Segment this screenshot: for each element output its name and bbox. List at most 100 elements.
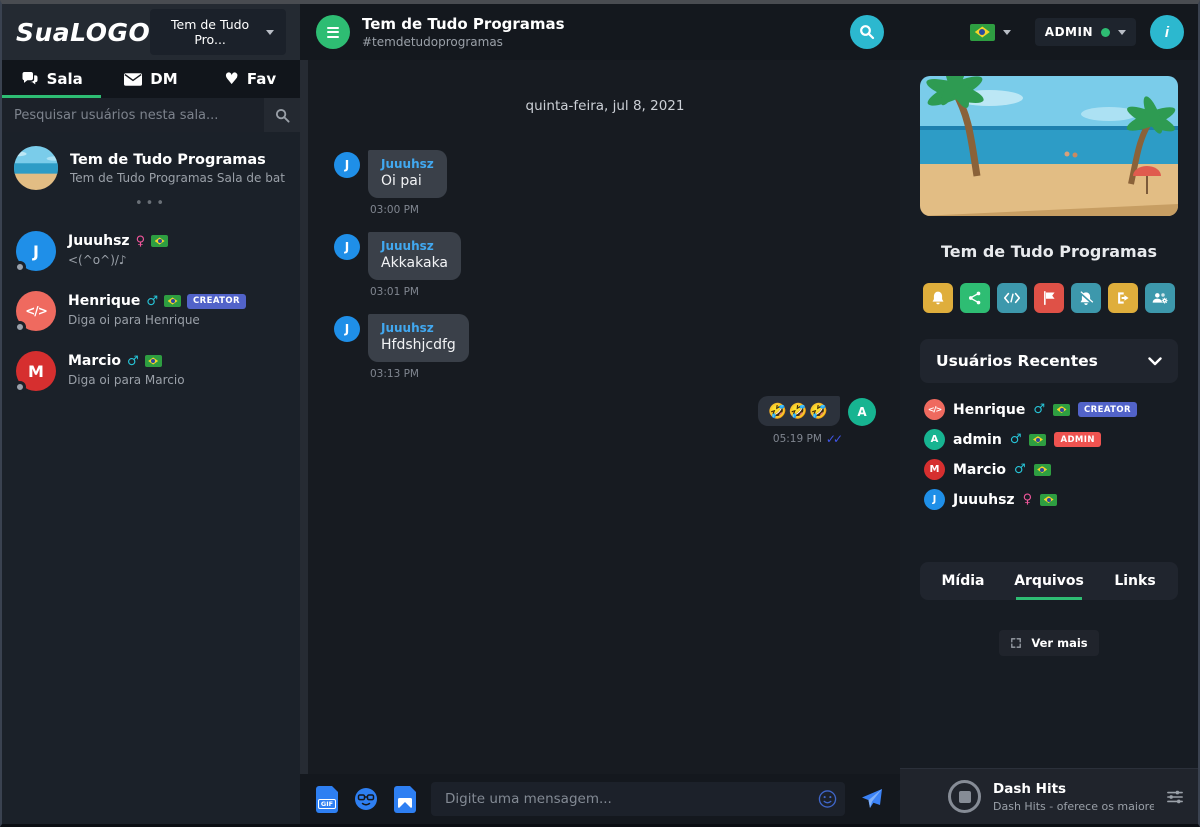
player-texts: Dash Hits Dash Hits - oferece os maiore.… [993,781,1154,813]
brazil-flag-icon [1040,493,1058,506]
message-author: Juuuhsz [381,239,434,253]
message-input[interactable] [431,782,845,816]
player-title: Dash Hits [993,780,1067,797]
user-name: Marcio [953,461,1006,478]
sign-out-icon [1118,292,1129,304]
manage-users-button[interactable] [1145,283,1175,313]
leave-room-button[interactable] [1108,283,1138,313]
message-text: Oi pai [381,173,422,189]
avatar: J [14,231,56,273]
chat-search-button[interactable] [850,15,884,49]
recent-user-item[interactable]: M Marcio ♂ [924,459,1174,480]
tab-fav[interactable]: ♥ Fav [201,60,300,98]
search-icon [275,108,290,123]
language-selector[interactable] [960,17,1021,48]
embed-code-button[interactable] [997,283,1027,313]
message-input-wrap [431,782,845,816]
share-button[interactable] [960,283,990,313]
chat-panel: Tem de Tudo Programas #temdetudoprograma… [300,4,900,824]
tab-arquivos[interactable]: Arquivos [1006,562,1092,600]
notifications-button[interactable] [923,283,953,313]
ver-mais-button[interactable]: Ver mais [999,630,1099,656]
sidebar-user-item[interactable]: J Juuuhsz ♀ <(^o^)/♪ [14,221,288,281]
recent-users-header[interactable]: Usuários Recentes [920,339,1178,383]
chat-header-texts: Tem de Tudo Programas #temdetudoprograma… [362,15,838,49]
file-fold [410,785,416,792]
message-text: Akkakaka [381,255,449,271]
smiley-icon [818,790,837,808]
message-list: J Juuuhsz Oi pai 03:00 PM J Juuuhsz Akka… [334,150,876,462]
user-menu-dropdown[interactable]: ADMIN [1034,18,1136,46]
message-time: 03:00 PM [370,204,419,216]
sidebar-user-item[interactable]: M Marcio ♂ Diga oi para Marcio [14,341,288,401]
mute-notifications-button[interactable] [1071,283,1101,313]
user-name: Henrique [68,293,141,309]
room-selector-label: Tem de Tudo Pro... [171,17,250,47]
user-name: Henrique [953,401,1026,418]
recent-users-list: </> Henrique ♂ CREATOR A admin ♂ ADMIN M… [920,399,1178,510]
gender-icon: ♀ [1022,492,1033,507]
chevron-down-icon [1118,29,1126,35]
chat-channel: #temdetudoprogramas [362,35,503,49]
file-fold [332,785,338,792]
message-scroll-area[interactable]: quinta-feira, jul 8, 2021 J Juuuhsz Oi p… [300,60,900,774]
gender-icon: ♂ [1009,432,1022,447]
tab-midia[interactable]: Mídia [920,562,1006,600]
right-sidebar: ADMIN i Tem de Tudo Programas Usuários R… [900,4,1198,824]
stop-button[interactable] [948,780,981,813]
avatar: </> [924,399,945,420]
image-attach-button[interactable] [394,785,416,813]
gender-icon: ♂ [127,353,139,369]
tab-sala-label: Sala [46,70,83,88]
image-glyph [398,797,412,808]
avatar: </> [14,291,56,333]
recent-user-item[interactable]: A admin ♂ ADMIN [924,429,1174,450]
report-button[interactable] [1034,283,1064,313]
bell-slash-icon [1079,290,1094,305]
brazil-flag-icon [144,355,162,367]
emoji-picker-button[interactable] [818,790,837,809]
avatar: A [924,429,945,450]
search-icon [860,25,875,40]
room-user-list: Tem de Tudo Programas Tem de Tudo Progra… [2,132,300,824]
room-menu-button[interactable] [316,15,350,49]
ver-mais-label: Ver mais [1031,636,1088,650]
info-button[interactable]: i [1150,15,1184,49]
online-status-dot [1101,27,1110,37]
sticker-button[interactable] [353,786,379,812]
room-texts: Tem de Tudo Programas Tem de Tudo Progra… [70,152,288,185]
gif-attach-button[interactable]: GIF [316,785,338,813]
user-name: Marcio [68,353,121,369]
media-tabs: Mídia Arquivos Links [920,562,1178,600]
gender-icon: ♂ [1014,462,1026,477]
brazil-flag-icon [151,235,169,247]
send-button[interactable] [860,787,884,811]
user-search-bar [2,98,300,132]
message-avatar: J [334,152,360,178]
recent-user-item[interactable]: </> Henrique ♂ CREATOR [924,399,1174,420]
tab-sala[interactable]: Sala [2,60,102,98]
sidebar-tabs: Sala DM ♥ Fav [2,60,300,98]
tab-links[interactable]: Links [1092,562,1178,600]
message-bubble: Juuuhsz Akkakaka [368,232,462,280]
room-list-item[interactable]: Tem de Tudo Programas Tem de Tudo Progra… [14,146,288,190]
audio-settings-button[interactable] [1166,789,1184,805]
recent-user-item[interactable]: J Juuuhsz ♀ [924,489,1174,510]
player-subtitle: Dash Hits - oferece os maiore... [993,799,1154,813]
user-search-button[interactable] [264,98,300,132]
presence-dot [14,381,26,393]
message-author: Juuuhsz [381,157,434,171]
tab-dm[interactable]: DM [101,60,200,98]
message-avatar: A [848,398,876,426]
gender-icon: ♀ [135,233,146,249]
presence-dot [14,261,26,273]
sidebar-user-item[interactable]: </> Henrique ♂ CREATOR Diga oi para Henr… [14,281,288,341]
brazil-flag-icon [1029,433,1047,446]
ver-mais-wrap: Ver mais [920,630,1178,656]
user-search-input[interactable] [2,98,264,132]
gif-label: GIF [318,798,336,809]
brazil-flag-icon [1033,463,1051,476]
room-selector-dropdown[interactable]: Tem de Tudo Pro... [150,9,286,55]
user-name: Juuuhsz [953,491,1015,508]
role-badge: CREATOR [1078,402,1137,417]
